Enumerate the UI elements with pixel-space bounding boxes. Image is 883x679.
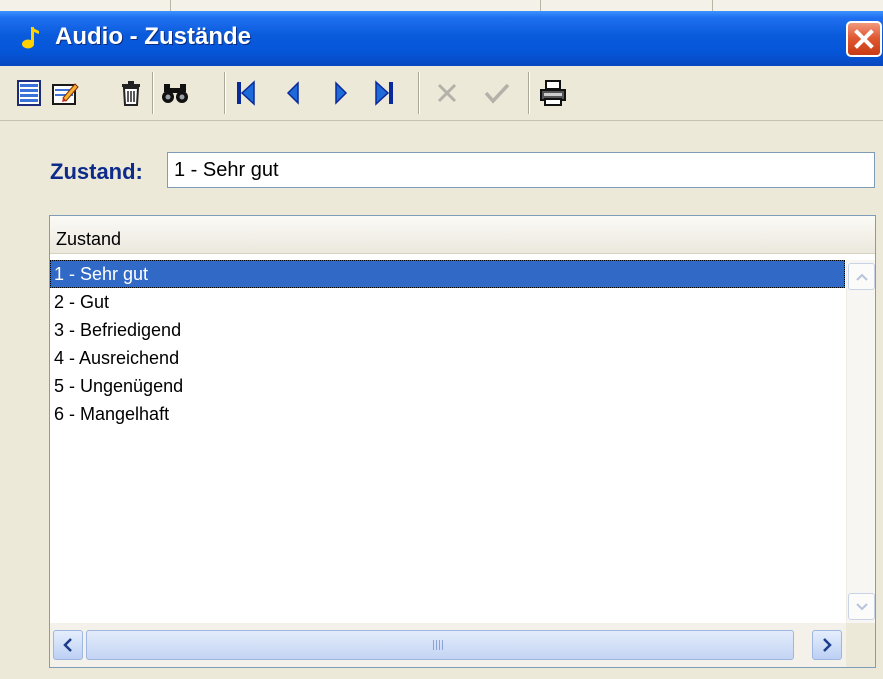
last-record-button[interactable]	[370, 78, 400, 108]
edit-record-icon	[52, 83, 79, 105]
first-record-icon	[237, 80, 255, 106]
toolbar-separator	[224, 72, 226, 114]
chevron-down-icon	[855, 602, 868, 610]
first-record-button[interactable]	[230, 78, 260, 108]
scroll-up-button[interactable]	[848, 263, 875, 290]
scroll-down-button[interactable]	[848, 593, 875, 620]
vertical-scrollbar[interactable]	[846, 260, 875, 623]
cancel-button[interactable]	[432, 78, 462, 108]
search-binoculars-icon	[162, 84, 188, 103]
scrollbar-corner	[846, 623, 875, 667]
toolbar-separator	[418, 72, 420, 114]
previous-record-icon	[286, 81, 299, 105]
list-item[interactable]: 4 - Ausreichend	[50, 344, 845, 372]
new-record-icon	[17, 80, 41, 106]
audio-states-window: Audio - Zustände Zustand: 1 - Sehr gut Z…	[0, 11, 883, 679]
list-body: 1 - Sehr gut 2 - Gut 3 - Befriedigend 4 - A…	[50, 260, 845, 428]
state-list[interactable]: Zustand 1 - Sehr gut 2 - Gut 3 - Befriedig…	[49, 215, 876, 668]
chevron-right-icon	[823, 638, 832, 652]
state-field-label: Zustand:	[50, 159, 143, 184]
scroll-grip	[433, 640, 445, 650]
delete-record-button[interactable]	[116, 78, 146, 108]
previous-record-button[interactable]	[278, 78, 308, 108]
cancel-icon	[437, 83, 457, 103]
list-item[interactable]: 3 - Befriedigend	[50, 316, 845, 344]
music-note-icon	[22, 27, 39, 49]
confirm-checkmark-icon	[484, 83, 510, 104]
print-icon	[540, 80, 566, 106]
title-bar[interactable]: Audio - Zustände	[0, 11, 883, 66]
scroll-left-button[interactable]	[53, 630, 83, 660]
toolbar-separator	[528, 72, 530, 114]
last-record-icon	[375, 80, 393, 106]
list-item[interactable]: 2 - Gut	[50, 288, 845, 316]
edit-record-button[interactable]	[50, 78, 80, 108]
next-record-icon	[335, 81, 348, 105]
scroll-right-button[interactable]	[812, 630, 842, 660]
scroll-thumb[interactable]	[86, 630, 794, 660]
window-title: Audio - Zustände	[55, 23, 251, 50]
chevron-left-icon	[63, 638, 72, 652]
delete-record-icon	[122, 81, 140, 106]
list-item[interactable]: 5 - Ungenügend	[50, 372, 845, 400]
chevron-up-icon	[855, 273, 868, 281]
horizontal-scrollbar[interactable]	[50, 623, 846, 667]
new-record-button[interactable]	[14, 78, 44, 108]
state-input[interactable]	[167, 152, 875, 188]
toolbar-separator	[152, 72, 154, 114]
confirm-button[interactable]	[482, 78, 512, 108]
list-item[interactable]: 1 - Sehr gut	[50, 260, 845, 288]
list-item[interactable]: 6 - Mangelhaft	[50, 400, 845, 428]
close-icon	[854, 29, 874, 49]
toolbar	[0, 66, 883, 121]
next-record-button[interactable]	[326, 78, 356, 108]
print-button[interactable]	[538, 78, 568, 108]
column-header-state[interactable]: Zustand	[50, 216, 875, 254]
background-window-strip	[0, 0, 883, 11]
search-button[interactable]	[160, 78, 190, 108]
close-button[interactable]	[846, 21, 882, 57]
